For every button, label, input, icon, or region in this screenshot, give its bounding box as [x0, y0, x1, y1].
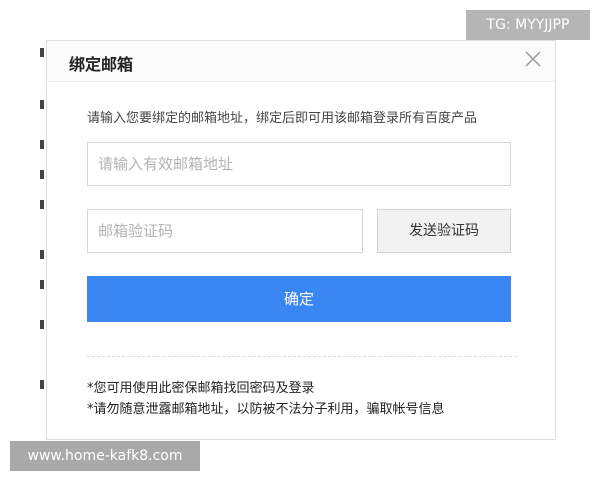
- verification-code-input[interactable]: [87, 209, 363, 253]
- email-input[interactable]: [87, 142, 511, 186]
- send-code-button[interactable]: 发送验证码: [377, 209, 511, 253]
- bind-email-dialog: 绑定邮箱 请输入您要绑定的邮箱地址，绑定后即可用该邮箱登录所有百度产品 发送验证…: [46, 40, 556, 440]
- close-icon[interactable]: [523, 49, 543, 69]
- note-warning: *请勿随意泄露邮箱地址，以防被不法分子利用，骗取帐号信息: [87, 402, 445, 417]
- confirm-button[interactable]: 确定: [87, 276, 511, 322]
- background-page-strip: [0, 40, 46, 440]
- dialog-title: 绑定邮箱: [69, 55, 134, 74]
- dashed-divider: [87, 356, 517, 357]
- tg-overlay-badge: TG: MYYJJPP: [466, 10, 590, 40]
- dialog-description: 请输入您要绑定的邮箱地址，绑定后即可用该邮箱登录所有百度产品: [87, 111, 478, 126]
- note-recovery: *您可用使用此密保邮箱找回密码及登录: [87, 381, 315, 396]
- dialog-header: 绑定邮箱: [47, 41, 555, 82]
- url-overlay-badge: www.home-kafk8.com: [10, 441, 200, 471]
